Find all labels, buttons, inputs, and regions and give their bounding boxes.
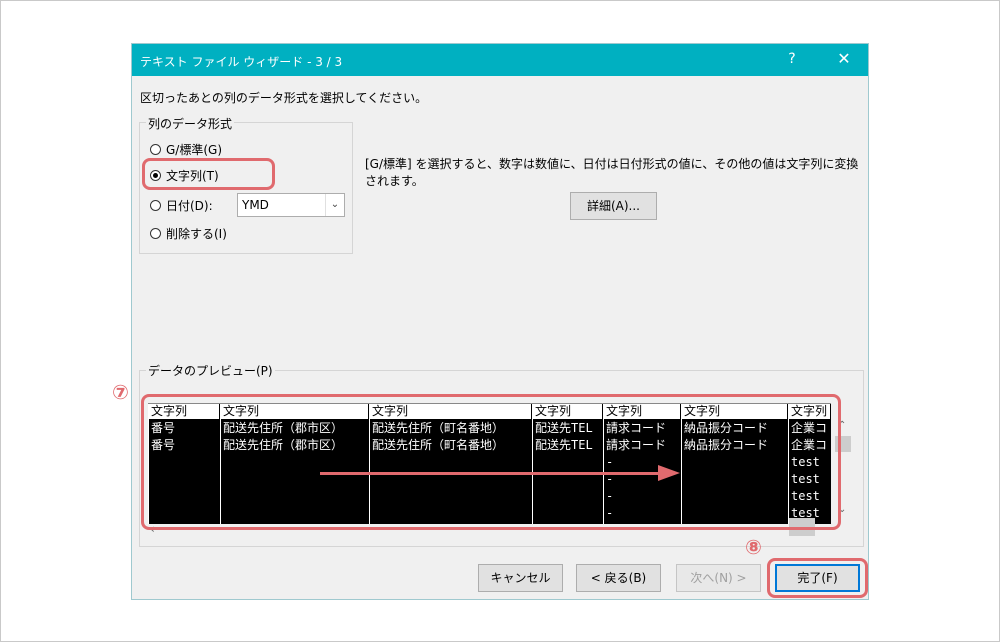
instruction-text: 区切ったあとの列のデータ形式を選択してください。	[140, 91, 428, 105]
highlight-preview-table	[141, 394, 841, 530]
help-icon[interactable]: ?	[782, 51, 802, 67]
radio-general[interactable]: G/標準(G)	[150, 139, 222, 159]
radio-skip[interactable]: 削除する(I)	[150, 223, 227, 243]
radio-date-label: 日付(D):	[166, 198, 213, 213]
preview-label: データのプレビュー(P)	[146, 362, 275, 379]
format-description: [G/標準] を選択すると、数字は数値に、日付は日付形式の値に、その他の値は文字…	[365, 157, 859, 188]
scroll-arrow-line	[320, 472, 660, 475]
highlight-text-option	[142, 158, 275, 190]
date-format-combo[interactable]: YMD ⌄	[237, 193, 345, 217]
radio-general-label: G/標準(G)	[166, 142, 223, 157]
radio-general-button[interactable]	[150, 143, 161, 155]
date-format-value: YMD	[242, 198, 269, 212]
step-7-marker: ⑦	[112, 380, 129, 404]
cancel-button[interactable]: キャンセル	[478, 564, 563, 592]
column-format-legend: 列のデータ形式	[146, 115, 235, 132]
radio-skip-button[interactable]	[150, 227, 161, 239]
scroll-arrow-head	[658, 465, 680, 481]
details-button[interactable]: 詳細(A)...	[570, 192, 657, 220]
chevron-down-icon[interactable]: ⌄	[325, 194, 344, 216]
title-bar: テキスト ファイル ウィザード - 3 / 3 ? ✕	[132, 44, 868, 76]
highlight-finish-button	[767, 558, 868, 598]
step-8-marker: ⑧	[745, 535, 762, 559]
back-button[interactable]: < 戻る(B)	[576, 564, 661, 592]
radio-skip-label: 削除する(I)	[166, 226, 227, 241]
radio-date-button[interactable]	[150, 199, 161, 211]
dialog-title: テキスト ファイル ウィザード - 3 / 3	[140, 55, 343, 69]
close-icon[interactable]: ✕	[832, 49, 856, 68]
next-button[interactable]: 次へ(N) >	[676, 564, 761, 592]
radio-date[interactable]: 日付(D):	[150, 195, 213, 215]
